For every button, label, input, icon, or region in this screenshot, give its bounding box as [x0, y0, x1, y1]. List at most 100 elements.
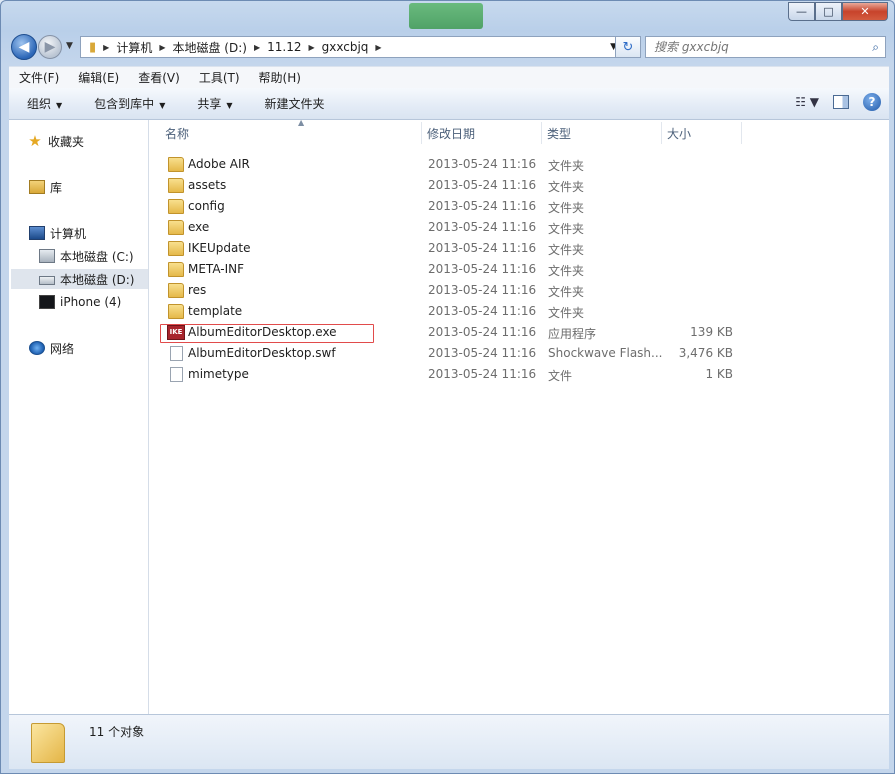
breadcrumb-separator-icon[interactable]: ▶	[156, 43, 168, 52]
address-bar[interactable]: ▮ ▶ 计算机 ▶ 本地磁盘 (D:) ▶ 11.12 ▶ gxxcbjq ▶ …	[80, 36, 622, 58]
file-size: 1 KB	[705, 367, 733, 381]
menu-view[interactable]: 查看(V)	[128, 69, 189, 86]
sidebar-item-computer[interactable]: 计算机	[29, 223, 86, 243]
document-icon	[170, 346, 183, 361]
back-arrow-icon[interactable]: ◀	[11, 34, 37, 60]
sidebar-item-label: 本地磁盘 (C:)	[60, 249, 134, 264]
file-row[interactable]: Adobe AIR 2013-05-24 11:16 文件夹	[159, 154, 879, 175]
iphone-icon	[39, 295, 55, 309]
folder-icon: ▮	[89, 39, 97, 55]
file-row[interactable]: config 2013-05-24 11:16 文件夹	[159, 196, 879, 217]
column-header-type[interactable]: 类型	[541, 120, 661, 146]
sidebar-item-libraries[interactable]: 库	[29, 177, 62, 197]
maximize-button[interactable]: □	[815, 2, 842, 21]
recent-pages-dropdown-icon[interactable]: ▼	[66, 41, 73, 51]
file-date: 2013-05-24 11:16	[428, 157, 537, 171]
library-icon	[29, 180, 45, 194]
column-header-date[interactable]: 修改日期	[421, 120, 541, 146]
file-name: res	[188, 283, 207, 297]
file-type: 文件夹	[548, 243, 585, 257]
folder-icon	[168, 241, 184, 256]
star-icon: ★	[28, 132, 42, 150]
file-date: 2013-05-24 11:16	[428, 241, 537, 255]
sidebar-item-drive-d[interactable]: 本地磁盘 (D:)	[11, 269, 148, 289]
file-name: exe	[188, 220, 210, 234]
sort-ascending-icon: ▲	[298, 118, 305, 127]
breadcrumb-gxxcbjq[interactable]: gxxcbjq	[318, 40, 373, 54]
breadcrumb-separator-icon[interactable]: ▶	[100, 43, 112, 52]
preview-pane-icon[interactable]	[833, 95, 849, 109]
folder-icon	[168, 283, 184, 298]
column-header-name[interactable]: 名称 ▲	[159, 118, 421, 146]
search-icon[interactable]: ⌕	[872, 40, 879, 55]
sidebar-item-label: iPhone (4)	[60, 295, 122, 309]
breadcrumb-separator-icon[interactable]: ▶	[305, 43, 317, 52]
file-type: 文件夹	[548, 264, 585, 278]
file-date: 2013-05-24 11:16	[428, 199, 537, 213]
share-button[interactable]: 共享 ▼	[179, 95, 246, 112]
minimize-button[interactable]: —	[788, 2, 815, 21]
help-icon[interactable]: ?	[863, 93, 881, 111]
file-type: 文件夹	[548, 201, 585, 215]
refresh-button[interactable]: ↻	[615, 36, 641, 58]
column-header-name-label: 名称	[165, 126, 190, 141]
new-folder-button[interactable]: 新建文件夹	[247, 95, 339, 112]
file-date: 2013-05-24 11:16	[428, 346, 537, 360]
file-name: META-INF	[188, 262, 245, 276]
menu-tools[interactable]: 工具(T)	[189, 69, 249, 86]
file-date: 2013-05-24 11:16	[428, 325, 537, 339]
file-row[interactable]: assets 2013-05-24 11:16 文件夹	[159, 175, 879, 196]
computer-icon	[29, 226, 45, 240]
sidebar-item-drive-c[interactable]: 本地磁盘 (C:)	[39, 246, 134, 266]
file-size: 3,476 KB	[678, 346, 733, 360]
file-name: Adobe AIR	[188, 157, 250, 171]
breadcrumb-separator-icon[interactable]: ▶	[251, 43, 263, 52]
highlight-annotation	[160, 324, 374, 343]
menu-edit[interactable]: 编辑(E)	[68, 69, 128, 86]
file-row[interactable]: exe 2013-05-24 11:16 文件夹	[159, 217, 879, 238]
include-in-library-button[interactable]: 包含到库中 ▼	[76, 95, 179, 112]
sidebar-item-network[interactable]: 网络	[29, 338, 74, 358]
file-date: 2013-05-24 11:16	[428, 220, 537, 234]
command-toolbar: 组织 ▼ 包含到库中 ▼ 共享 ▼ 新建文件夹 ☷ ▼ ?	[9, 88, 889, 120]
sidebar-item-favorites[interactable]: ★ 收藏夹	[27, 131, 84, 151]
chevron-down-icon: ▼	[226, 101, 233, 110]
breadcrumb-drive-d[interactable]: 本地磁盘 (D:)	[168, 39, 250, 56]
explorer-window: — □ ✕ ◀ ▶ ▼ ▮ ▶ 计算机 ▶ 本地磁盘 (D:) ▶ 11.12 …	[0, 0, 895, 774]
sidebar-item-label: 网络	[50, 341, 75, 356]
file-type: 文件夹	[548, 222, 585, 236]
menu-file[interactable]: 文件(F)	[9, 69, 68, 86]
forward-arrow-icon[interactable]: ▶	[38, 35, 62, 59]
search-box[interactable]: ⌕	[645, 36, 886, 58]
file-row[interactable]: res 2013-05-24 11:16 文件夹	[159, 280, 879, 301]
chevron-down-icon: ▼	[159, 101, 166, 110]
folder-icon	[168, 178, 184, 193]
breadcrumb-separator-icon[interactable]: ▶	[372, 43, 384, 52]
file-row[interactable]: META-INF 2013-05-24 11:16 文件夹	[159, 259, 879, 280]
chevron-down-icon: ▼	[56, 101, 63, 110]
menu-help[interactable]: 帮助(H)	[249, 69, 310, 86]
close-button[interactable]: ✕	[842, 2, 888, 21]
column-divider[interactable]	[741, 122, 742, 144]
file-name: config	[188, 199, 225, 213]
breadcrumb-folder-1112[interactable]: 11.12	[263, 40, 305, 54]
menu-bar: 文件(F) 编辑(E) 查看(V) 工具(T) 帮助(H)	[9, 66, 889, 88]
file-row[interactable]: mimetype 2013-05-24 11:16 文件 1 KB	[159, 364, 879, 385]
file-name: AlbumEditorDesktop.swf	[188, 346, 336, 360]
folder-icon	[31, 723, 65, 763]
breadcrumb-computer[interactable]: 计算机	[112, 39, 156, 56]
file-type: 文件夹	[548, 285, 585, 299]
sidebar-item-iphone[interactable]: iPhone (4)	[39, 292, 121, 312]
file-name: assets	[188, 178, 227, 192]
column-header-size[interactable]: 大小	[661, 120, 741, 146]
include-in-library-label: 包含到库中	[94, 97, 155, 111]
organize-button[interactable]: 组织 ▼	[9, 95, 76, 112]
file-date: 2013-05-24 11:16	[428, 262, 537, 276]
folder-icon	[168, 157, 184, 172]
file-row[interactable]: IKEUpdate 2013-05-24 11:16 文件夹	[159, 238, 879, 259]
file-name: IKEUpdate	[188, 241, 251, 255]
file-row[interactable]: AlbumEditorDesktop.swf 2013-05-24 11:16 Sh…	[159, 343, 879, 364]
file-row[interactable]: template 2013-05-24 11:16 文件夹	[159, 301, 879, 322]
search-input[interactable]	[654, 40, 854, 54]
change-view-icon[interactable]: ☷ ▼	[795, 95, 819, 109]
